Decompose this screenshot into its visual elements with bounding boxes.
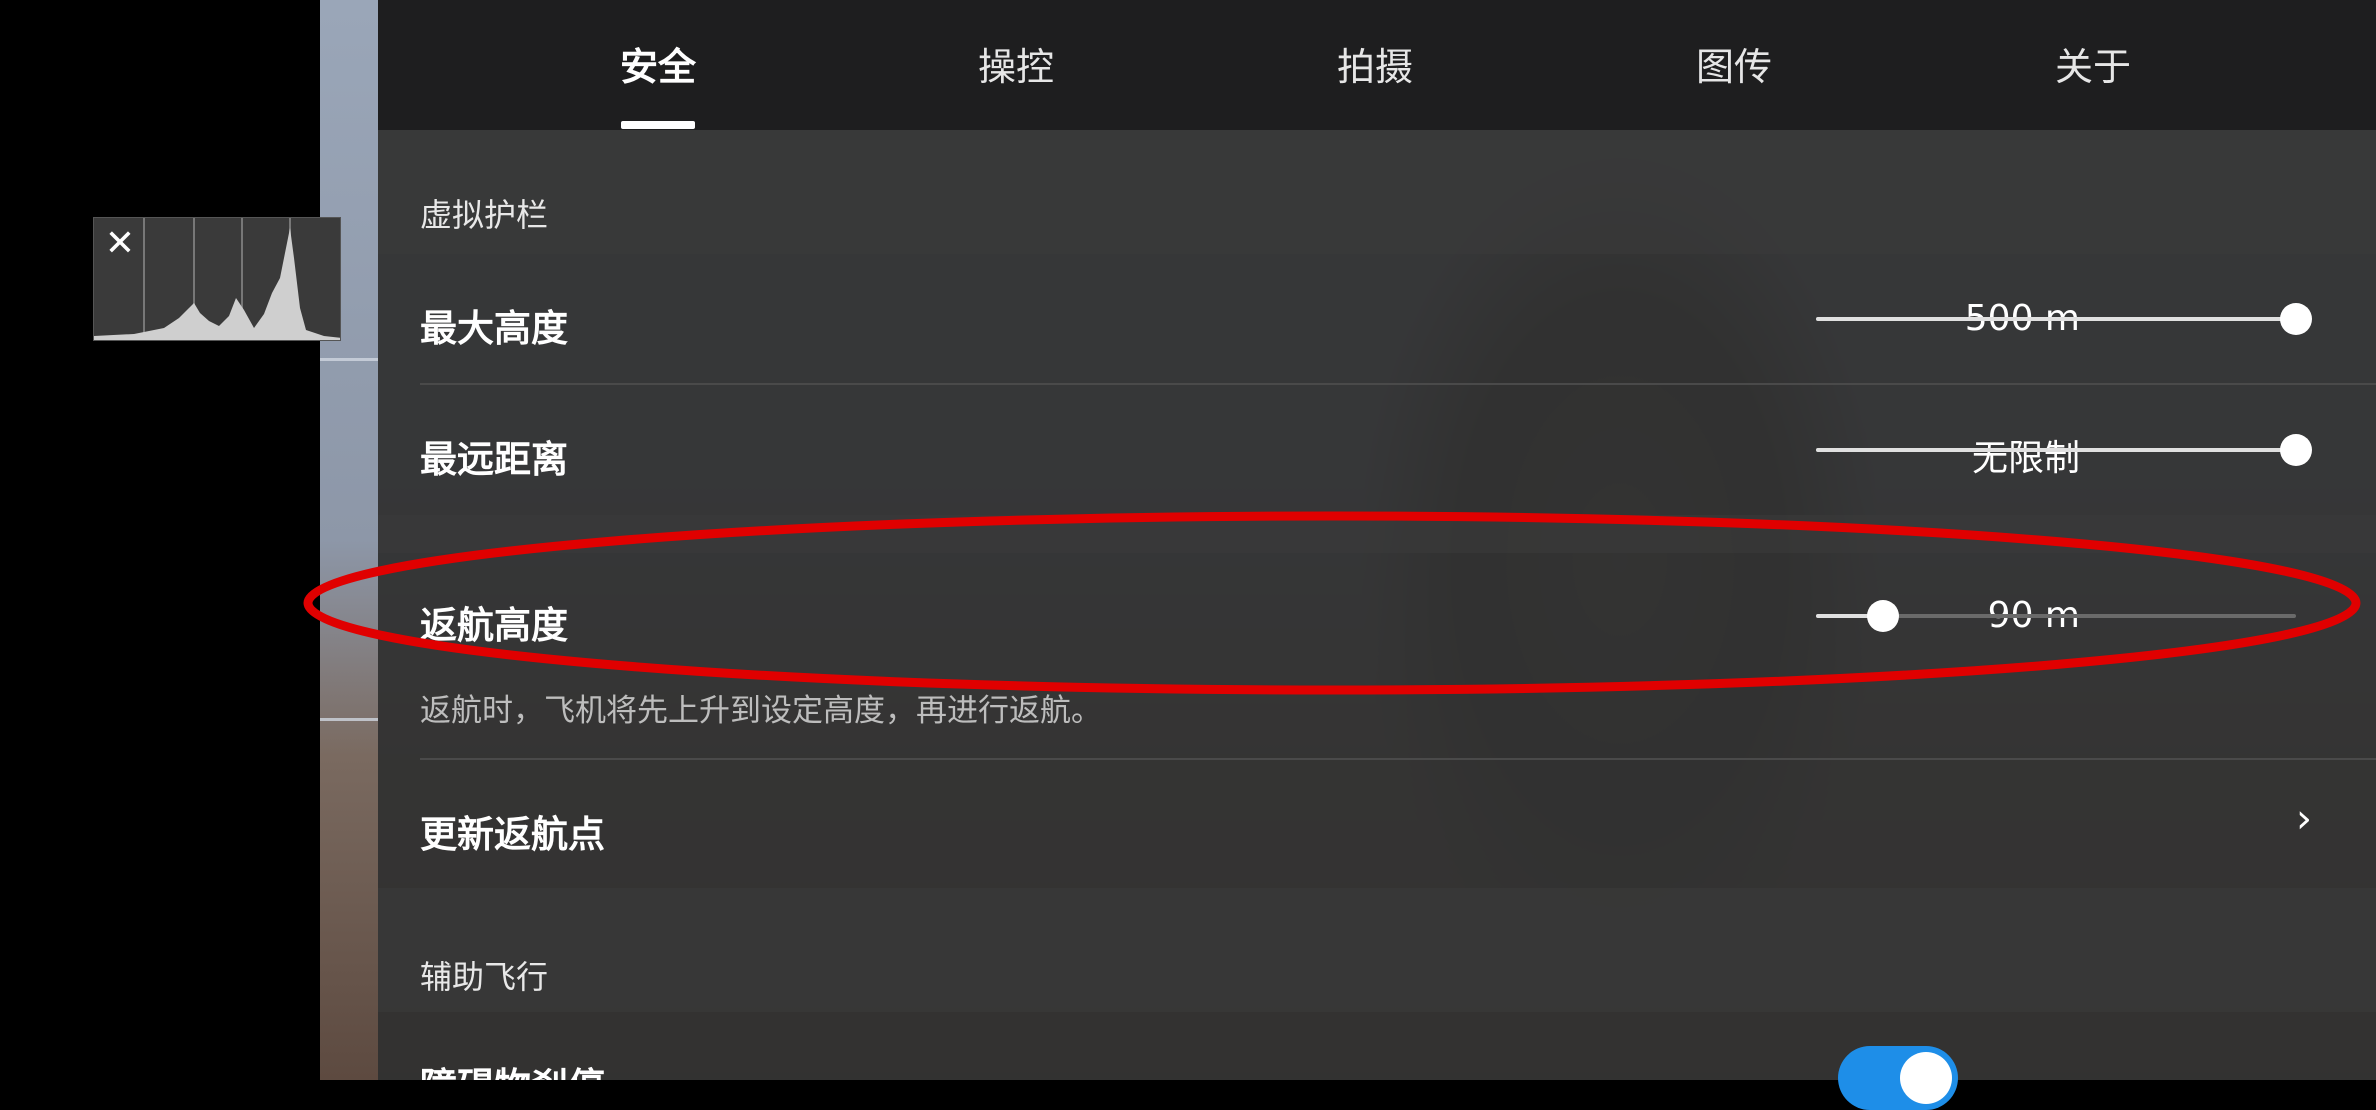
section-title: 虚拟护栏	[420, 196, 549, 234]
section-spacer	[378, 515, 2376, 553]
slider-fill	[1816, 317, 2296, 321]
setting-row-max-distance: 最远距离 无限制	[378, 385, 2376, 515]
section-header-virtual-fence: 虚拟护栏	[378, 130, 2376, 254]
max-distance-slider[interactable]	[1816, 430, 2312, 470]
tab-camera[interactable]: 拍摄	[1337, 36, 1413, 91]
setting-row-update-home-point[interactable]: 更新返航点 ›	[378, 760, 2376, 888]
setting-row-rth-altitude: 返航高度 90 m 返航时，飞机将先上升到设定高度，再进行返航。	[378, 553, 2376, 758]
setting-row-max-altitude: 最大高度 500 m	[378, 254, 2376, 384]
feed-horizon-line	[320, 358, 378, 361]
setting-label: 返航高度	[420, 604, 568, 647]
section-header-assisted-flight: 辅助飞行	[378, 888, 2376, 1012]
slider-knob[interactable]	[2280, 434, 2312, 466]
rth-altitude-slider[interactable]	[1816, 596, 2296, 636]
setting-label: 更新返航点	[420, 813, 605, 856]
max-altitude-slider[interactable]	[1816, 299, 2312, 339]
close-icon[interactable]: ✕	[94, 218, 146, 270]
section-title: 辅助飞行	[420, 958, 549, 996]
slider-knob[interactable]	[2280, 303, 2312, 335]
toggle-knob	[1900, 1052, 1952, 1104]
setting-label: 障碍物刹停	[420, 1056, 605, 1080]
obstacle-braking-toggle[interactable]	[1838, 1046, 1958, 1110]
setting-label: 最远距离	[420, 438, 568, 481]
tab-control[interactable]: 操控	[978, 36, 1054, 91]
histogram: ✕	[93, 217, 341, 341]
tab-safety[interactable]: 安全	[620, 36, 696, 91]
setting-row-obstacle-braking: 障碍物刹停	[378, 1012, 2376, 1080]
camera-feed-edge	[320, 0, 378, 1080]
slider-fill	[1816, 448, 2296, 452]
feed-horizon-line	[320, 718, 378, 721]
settings-panel: 安全 操控 拍摄 图传 关于 虚拟护栏 最大高度 500 m 最远距离 无限制 …	[378, 0, 2376, 1080]
tab-about[interactable]: 关于	[2055, 36, 2131, 91]
slider-knob[interactable]	[1867, 600, 1900, 632]
active-tab-indicator	[621, 121, 695, 129]
tab-transmission[interactable]: 图传	[1696, 36, 1772, 91]
setting-description: 返航时，飞机将先上升到设定高度，再进行返航。	[420, 693, 1102, 729]
tab-bar: 安全 操控 拍摄 图传 关于	[378, 0, 2376, 130]
chevron-right-icon: ›	[2296, 796, 2312, 842]
setting-label: 最大高度	[420, 307, 568, 350]
